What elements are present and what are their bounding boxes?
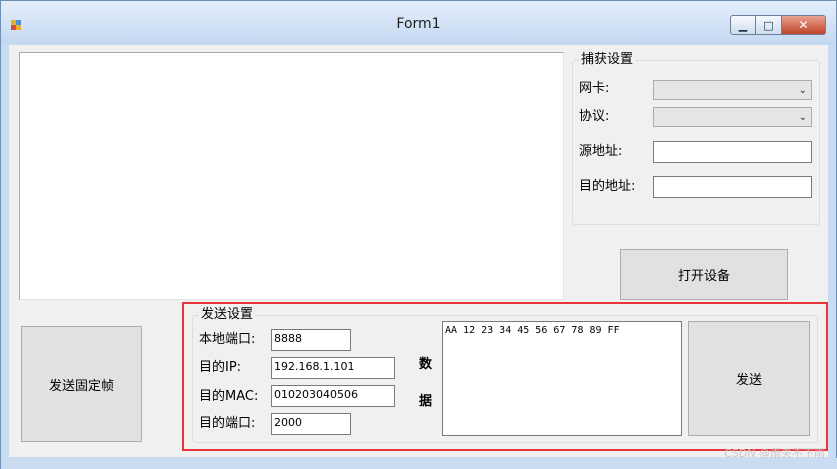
dst-ip-input[interactable]: 192.168.1.101 — [271, 357, 395, 379]
dst-mac-input[interactable]: 010203040506 — [271, 385, 395, 407]
chevron-down-icon: ⌄ — [798, 111, 807, 123]
maximize-button[interactable]: □ — [756, 15, 782, 35]
dst-mac-label: 目的MAC: — [199, 389, 259, 404]
src-address-input[interactable] — [653, 141, 812, 163]
dst-address-label: 目的地址: — [579, 179, 636, 194]
title-bar[interactable]: Form1 ▁ □ ✕ — [1, 1, 836, 45]
dst-ip-label: 目的IP: — [199, 360, 242, 375]
local-port-input[interactable]: 8888 — [271, 329, 351, 351]
capture-list[interactable] — [19, 52, 564, 300]
nic-label: 网卡: — [579, 81, 610, 96]
data-textarea[interactable]: AA 12 23 34 45 56 67 78 89 FF — [442, 321, 682, 436]
dst-port-label: 目的端口: — [199, 416, 256, 431]
send-fixed-frame-button[interactable]: 发送固定帧 — [21, 326, 142, 442]
src-address-label: 源地址: — [579, 144, 623, 159]
protocol-label: 协议: — [579, 109, 610, 124]
chevron-down-icon: ⌄ — [798, 84, 807, 96]
app-window: Form1 ▁ □ ✕ 捕获设置 网卡: ⌄ 协议: ⌄ 源地址: 目的地址: … — [0, 0, 837, 469]
nic-select[interactable]: ⌄ — [653, 80, 812, 100]
local-port-label: 本地端口: — [199, 332, 256, 347]
capture-settings-title: 捕获设置 — [579, 52, 636, 68]
open-device-button[interactable]: 打开设备 — [620, 249, 788, 300]
dst-address-input[interactable] — [653, 176, 812, 198]
watermark: CSDN @雨夫不下雨 — [724, 447, 825, 460]
close-button[interactable]: ✕ — [782, 15, 826, 35]
send-button[interactable]: 发送 — [688, 321, 810, 436]
bottom-frame — [1, 458, 837, 469]
data-label-top: 数 — [419, 357, 433, 372]
dst-port-input[interactable]: 2000 — [271, 413, 351, 435]
data-label-bottom: 据 — [419, 394, 433, 409]
protocol-select[interactable]: ⌄ — [653, 107, 812, 127]
window-controls: ▁ □ ✕ — [730, 15, 826, 35]
form-client-area: 捕获设置 网卡: ⌄ 协议: ⌄ 源地址: 目的地址: 打开设备 发送固定帧 发… — [9, 45, 828, 457]
send-settings-title: 发送设置 — [199, 307, 256, 323]
window-title: Form1 — [396, 16, 441, 32]
minimize-button[interactable]: ▁ — [730, 15, 756, 35]
